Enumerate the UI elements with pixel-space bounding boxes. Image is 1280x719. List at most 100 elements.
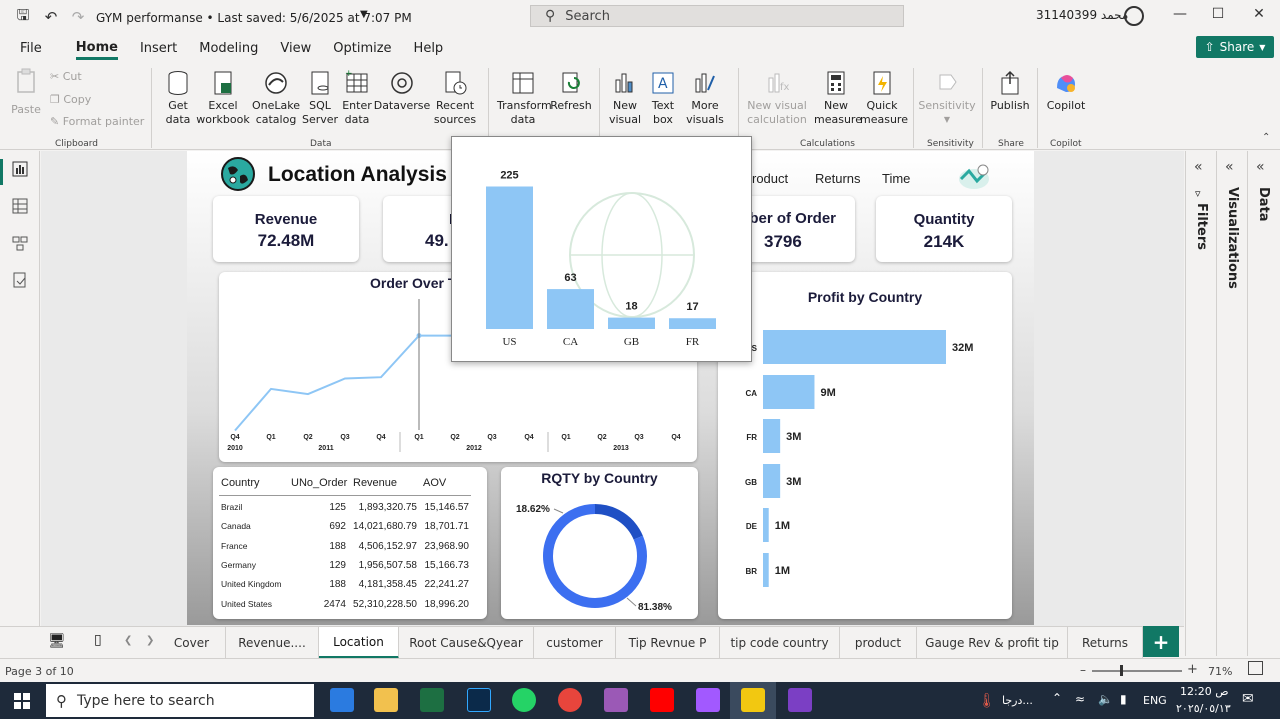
visualizations-pane[interactable]: « Visualizations — [1216, 151, 1247, 656]
table-header-aov[interactable]: AOV — [423, 477, 446, 489]
paint-app-icon[interactable] — [604, 688, 628, 712]
nav-link-returns[interactable]: Returns — [815, 171, 861, 186]
tab-product[interactable]: product — [840, 627, 917, 659]
prev-page-icon[interactable]: ❮ — [124, 635, 132, 646]
format-painter-button[interactable]: ✎ Format painter — [50, 115, 144, 128]
desktop-layout-icon[interactable]: 🖥 — [48, 633, 66, 649]
user-name[interactable]: محمد 31140399 — [1036, 8, 1128, 22]
enter-data-button[interactable]: + Enter data — [340, 70, 374, 127]
windows-start-icon[interactable] — [14, 693, 30, 709]
table-row[interactable]: Canada 692 14,021,680.79 18,701.71 — [213, 521, 473, 539]
figma-app-icon[interactable] — [696, 688, 720, 712]
store-app-icon[interactable] — [330, 688, 354, 712]
menu-modeling[interactable]: Modeling — [199, 37, 258, 60]
menu-home[interactable]: Home — [75, 36, 118, 60]
profit-by-country-chart[interactable]: Profit by Country S 32M CA 9M FR 3M GB 3M DE 1M BR… — [718, 272, 1012, 619]
refresh-button[interactable]: Refresh — [550, 70, 592, 113]
next-page-icon[interactable]: ❯ — [146, 635, 154, 646]
publish-button[interactable]: Publish — [988, 70, 1032, 113]
onelake-catalog-button[interactable]: OneLake catalog — [250, 70, 302, 127]
table-row[interactable]: United Kingdom 188 4,181,358.45 22,241.27 — [213, 579, 473, 597]
table-row[interactable]: Germany 129 1,956,507.58 15,166.73 — [213, 560, 473, 578]
tab-customer[interactable]: customer — [534, 627, 616, 659]
title-dropdown-icon[interactable]: ▼ — [360, 9, 368, 20]
tab-revenue[interactable]: Revenue.... — [226, 627, 319, 659]
fit-to-page-icon[interactable] — [1248, 661, 1263, 675]
collapse-ribbon-icon[interactable]: ⌃ — [1262, 132, 1270, 143]
close-icon[interactable]: ✕ — [1249, 6, 1269, 22]
menu-help[interactable]: Help — [414, 37, 444, 60]
tab-gauge[interactable]: Gauge Rev & profit tip — [917, 627, 1068, 659]
clock-date[interactable]: ٢٠٢٥/٠٥/١٣ — [1176, 702, 1231, 715]
dataverse-button[interactable]: Dataverse — [374, 70, 430, 113]
excel-workbook-button[interactable]: Excel workbook — [196, 70, 250, 127]
rqty-by-country-chart[interactable]: RQTY by Country 18.62% 81.38% — [501, 467, 698, 619]
country-table[interactable]: Country UNo_Order Revenue AOV Brazil 125 1… — [213, 467, 487, 619]
expand-chevron-icon[interactable]: « — [1194, 159, 1203, 175]
visual-studio-app-icon[interactable] — [788, 688, 812, 712]
battery-icon[interactable]: ▮ — [1120, 692, 1127, 706]
table-view-icon[interactable] — [10, 198, 30, 216]
youtube-app-icon[interactable] — [650, 688, 674, 712]
zoom-in-icon[interactable]: + — [1187, 662, 1198, 677]
volume-icon[interactable]: 🔈 — [1098, 692, 1113, 706]
notifications-icon[interactable]: ✉ — [1242, 691, 1254, 707]
expand-chevron-icon[interactable]: « — [1225, 159, 1234, 175]
kpi-card-revenue[interactable]: Revenue 72.48M — [213, 196, 359, 262]
kpi-card-quantity[interactable]: Quantity 214K — [876, 196, 1012, 262]
zoom-out-icon[interactable]: – — [1080, 663, 1086, 677]
new-visual-calculation-button[interactable]: fx New visual calculation — [744, 70, 810, 127]
menu-optimize[interactable]: Optimize — [333, 37, 391, 60]
tab-location[interactable]: Location — [319, 627, 399, 659]
get-data-button[interactable]: Get data — [158, 70, 198, 127]
report-view-icon[interactable] — [10, 161, 30, 179]
dax-query-view-icon[interactable] — [10, 272, 30, 290]
cut-button[interactable]: ✂ Cut — [50, 70, 82, 83]
table-row[interactable]: Brazil 125 1,893,320.75 15,146.57 — [213, 502, 473, 520]
weather-text[interactable]: درجا... — [1002, 694, 1033, 707]
table-row[interactable]: France 188 4,506,152.97 23,968.90 — [213, 541, 473, 559]
table-header-orders[interactable]: UNo_Order — [291, 477, 347, 489]
whatsapp-app-icon[interactable] — [512, 688, 536, 712]
model-view-icon[interactable] — [10, 235, 30, 253]
map-icon[interactable] — [955, 161, 993, 191]
redo-icon[interactable]: ↷ — [64, 3, 92, 31]
copy-button[interactable]: ❐ Copy — [50, 93, 91, 106]
copilot-button[interactable]: Copilot — [1044, 70, 1088, 113]
data-pane[interactable]: « Data — [1247, 151, 1280, 656]
tab-cover[interactable]: Cover — [158, 627, 226, 659]
transform-data-button[interactable]: Transform data — [497, 70, 552, 127]
text-box-button[interactable]: A Text box — [645, 70, 681, 127]
new-measure-button[interactable]: New measure — [814, 70, 862, 127]
menu-file[interactable]: File — [20, 37, 42, 60]
zoom-slider[interactable] — [1092, 670, 1182, 672]
table-header-revenue[interactable]: Revenue — [353, 477, 397, 489]
paste-button[interactable]: Paste — [8, 68, 44, 117]
minimize-icon[interactable]: — — [1170, 6, 1190, 22]
photoshop-app-icon[interactable] — [467, 688, 491, 712]
menu-insert[interactable]: Insert — [140, 37, 177, 60]
undo-icon[interactable]: ↶ — [37, 3, 65, 31]
chrome-app-icon[interactable] — [558, 688, 582, 712]
sensitivity-button[interactable]: Sensitivity ▼ — [918, 70, 976, 127]
nav-link-time[interactable]: Time — [882, 171, 910, 186]
share-button[interactable]: ⇧ Share ▼ — [1196, 36, 1274, 58]
tab-root-cause[interactable]: Root Cause&Qyear — [399, 627, 534, 659]
add-page-button[interactable]: + — [1143, 626, 1179, 657]
maximize-icon[interactable]: ☐ — [1208, 6, 1228, 22]
taskbar-search[interactable]: ⚲ Type here to search — [46, 684, 314, 717]
zoom-slider-thumb[interactable] — [1120, 665, 1123, 676]
tab-returns[interactable]: Returns — [1068, 627, 1143, 659]
network-icon[interactable]: ≈ — [1075, 692, 1085, 706]
avatar[interactable] — [1124, 6, 1144, 26]
sql-server-button[interactable]: SQL Server — [302, 70, 338, 127]
recent-sources-button[interactable]: Recent sources — [430, 70, 480, 127]
zoom-level[interactable]: 71% — [1208, 665, 1232, 678]
weather-temperature-icon[interactable]: 🌡 — [978, 693, 996, 709]
nav-link-product[interactable]: roduct — [752, 171, 788, 186]
new-visual-button[interactable]: New visual — [606, 70, 644, 127]
table-header-country[interactable]: Country — [221, 477, 260, 489]
quick-measure-button[interactable]: Quick measure — [860, 70, 908, 127]
more-visuals-button[interactable]: More visuals — [682, 70, 728, 127]
menu-view[interactable]: View — [280, 37, 311, 60]
